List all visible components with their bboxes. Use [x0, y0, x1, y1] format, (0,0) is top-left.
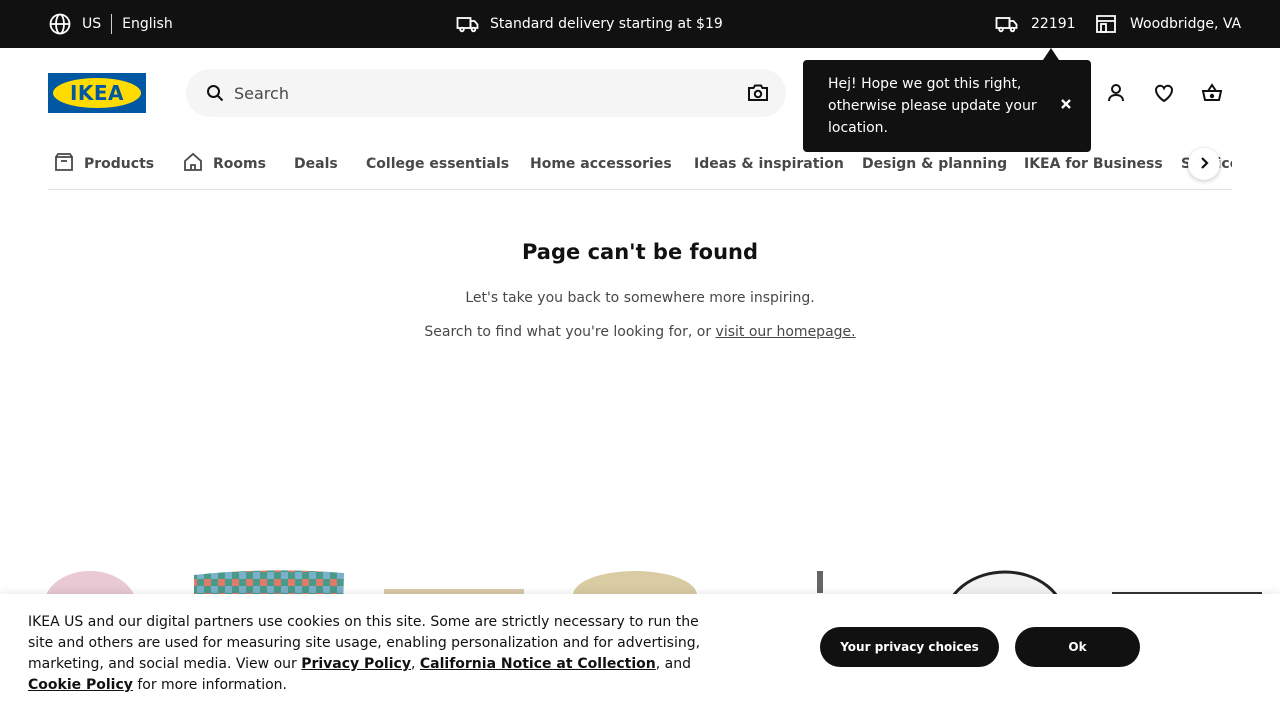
search-input[interactable]: [234, 81, 734, 105]
cookie-text-part: , and: [655, 656, 692, 672]
logo-oval: IKEA: [53, 78, 141, 108]
privacy-choices-button[interactable]: Your privacy choices: [820, 627, 999, 667]
tooltip-text: Hej! Hope we got this right, otherwise p…: [828, 76, 1037, 136]
california-notice-link[interactable]: California Notice at Collection: [420, 656, 656, 672]
location-tooltip: Hej! Hope we got this right, otherwise p…: [803, 48, 1091, 152]
chevron-right-icon: [1197, 155, 1211, 174]
ikea-logo[interactable]: IKEA: [48, 73, 146, 113]
tab-label: Ideas & inspiration: [694, 156, 844, 172]
search-icon[interactable]: [206, 84, 224, 106]
divider: [111, 14, 113, 34]
tab-products[interactable]: Products: [54, 140, 154, 188]
tab-label: College essentials: [366, 156, 510, 172]
products-box-icon: [54, 152, 74, 176]
search-bar[interactable]: [186, 69, 786, 117]
close-icon[interactable]: [1059, 96, 1073, 110]
homepage-link[interactable]: visit our homepage.: [716, 324, 856, 340]
delivery-text: Standard delivery starting at $19: [490, 16, 723, 32]
truck-icon: [456, 12, 480, 36]
privacy-policy-link[interactable]: Privacy Policy: [301, 656, 411, 672]
home-icon: [183, 152, 203, 176]
error-message: Let's take you back to somewhere more in…: [465, 290, 815, 306]
country-language-selector[interactable]: US English: [48, 0, 173, 48]
tab-home-accessories[interactable]: Home accessories: [530, 140, 672, 188]
globe-icon: [48, 12, 72, 36]
cookie-policy-link[interactable]: Cookie Policy: [28, 677, 133, 693]
favorites-heart-icon[interactable]: [1152, 81, 1176, 105]
zip-code[interactable]: 22191: [1031, 16, 1076, 32]
tab-label: Design & planning: [862, 156, 1008, 172]
tab-label: IKEA for Business: [1024, 156, 1163, 172]
ok-button[interactable]: Ok: [1015, 627, 1140, 667]
nav-scroll-next-button[interactable]: [1188, 148, 1220, 180]
cookie-text: IKEA US and our digital partners use coo…: [28, 612, 708, 696]
store-name[interactable]: Woodbridge, VA: [1130, 16, 1241, 32]
page-title: Page can't be found: [521, 240, 758, 264]
tab-college-essentials[interactable]: College essentials: [366, 140, 509, 188]
account-icon[interactable]: [1104, 81, 1128, 105]
logo-text: IKEA: [69, 81, 125, 105]
search-suggestion: Search to find what you're looking for, …: [0, 324, 1280, 340]
cookie-text-part: for more information.: [132, 677, 288, 693]
zip-selector[interactable]: 22191: [995, 0, 1076, 48]
country-label[interactable]: US: [82, 16, 101, 32]
store-selector[interactable]: Woodbridge, VA: [1094, 0, 1241, 48]
tab-ikea-for-business[interactable]: IKEA for Business: [1024, 140, 1163, 188]
suggestion-text: Search to find what you're looking for, …: [424, 324, 716, 340]
camera-search-icon[interactable]: [747, 83, 769, 107]
language-label[interactable]: English: [122, 16, 173, 32]
cookie-consent-banner: IKEA US and our digital partners use coo…: [0, 594, 1280, 720]
main-navigation: Products Rooms Deals College essentials …: [48, 140, 1232, 190]
top-bar: US English Standard delivery starting at…: [0, 0, 1280, 48]
tab-label: Products: [84, 156, 155, 172]
cookie-text-part: ,: [410, 656, 420, 672]
tab-design-planning[interactable]: Design & planning: [862, 140, 1007, 188]
tab-deals[interactable]: Deals: [294, 140, 338, 188]
tab-rooms[interactable]: Rooms: [183, 140, 266, 188]
tab-ideas-inspiration[interactable]: Ideas & inspiration: [694, 140, 844, 188]
tab-label: Home accessories: [530, 156, 672, 172]
store-icon: [1094, 12, 1118, 36]
tab-label: Rooms: [213, 156, 266, 172]
delivery-banner[interactable]: Standard delivery starting at $19: [456, 0, 723, 48]
tab-label: Deals: [294, 156, 338, 172]
shopping-basket-icon[interactable]: [1200, 81, 1224, 105]
tooltip-arrow: [1043, 48, 1059, 60]
truck-icon: [995, 12, 1019, 36]
